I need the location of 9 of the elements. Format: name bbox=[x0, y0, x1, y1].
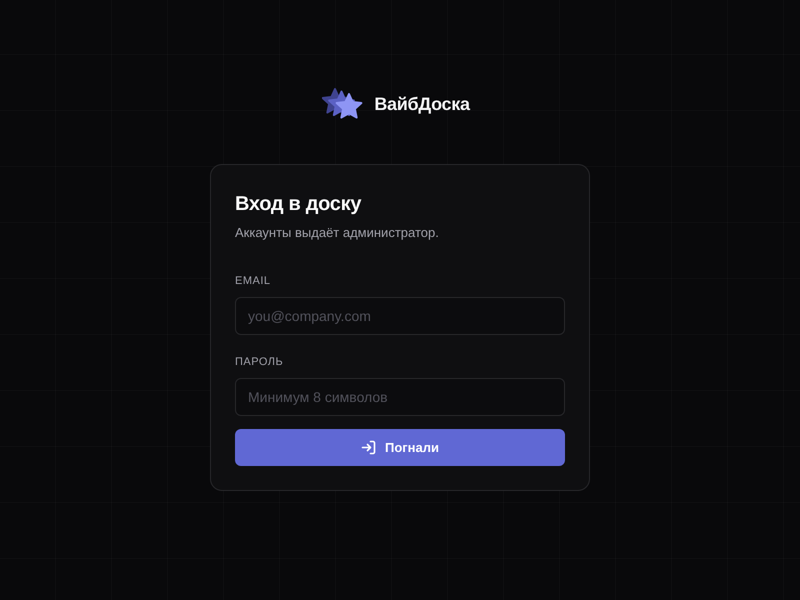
input-field[interactable]: Минимум 8 символов bbox=[235, 378, 565, 416]
field-label: EMAIL bbox=[235, 274, 271, 289]
login-icon bbox=[360, 440, 376, 455]
submit-button[interactable]: Погнали bbox=[235, 429, 565, 466]
brand-name: ВайбДоска bbox=[374, 94, 470, 114]
card-title: Вход в доску bbox=[235, 192, 362, 217]
input-field[interactable]: you@company.com bbox=[235, 297, 565, 335]
field-label: ПАРОЛЬ bbox=[235, 355, 284, 370]
card-subtitle: Аккаунты выдаёт администратор. bbox=[235, 224, 439, 242]
